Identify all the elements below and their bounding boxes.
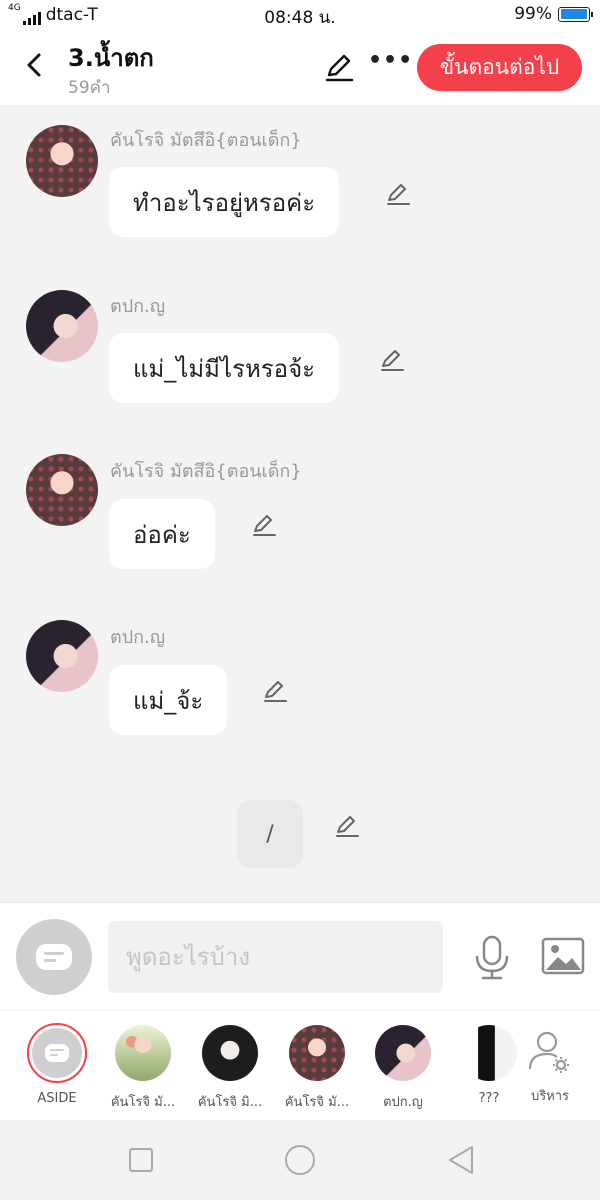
message-bubble[interactable]: อ่อค่ะ [109,499,215,569]
message-bubble[interactable]: แม่_ไม่มีไรหรอจ้ะ [109,333,340,403]
edit-message-icon[interactable] [334,813,360,839]
battery-percent: 99% [514,4,552,24]
sender-name: ตปก.ญ [110,296,166,317]
edit-message-icon[interactable] [251,512,277,538]
status-bar: 4G dtac-T 08:48 น. 99% [0,0,600,30]
clock: 08:48 น. [264,8,336,28]
next-step-button[interactable]: ขั้นตอนต่อไป [417,44,582,91]
avatar [461,1025,517,1081]
chat-message: คันโรจิ มัตสึอิ{ตอนเด็ก} อ่อค่ะ [0,449,600,609]
home-icon[interactable] [284,1144,316,1176]
avatar [375,1025,431,1081]
back-arrow-icon[interactable] [18,48,52,82]
aside-toggle-button[interactable] [16,919,92,995]
character-label: ASIDE [37,1091,77,1106]
more-options-icon[interactable]: ••• [368,48,413,73]
edit-message-icon[interactable] [379,347,405,373]
avatar[interactable] [26,620,98,692]
episode-title: 3.น้ำตก [68,44,154,72]
episode-header: 3.น้ำตก 59คำ ••• ขั้นตอนต่อไป [0,30,600,105]
image-icon[interactable] [541,937,585,977]
composer [0,902,600,1010]
avatar [202,1025,258,1081]
character-item[interactable]: คันโรจิ มั... [272,1021,362,1112]
avatar [289,1025,345,1081]
manage-user-icon [528,1031,569,1073]
character-label: คันโรจิ มั... [110,1095,176,1110]
message-input[interactable] [108,921,443,993]
message-bubble[interactable]: ทำอะไรอยู่หรอค่ะ [109,167,340,237]
aside-avatar [27,1023,87,1083]
character-aside[interactable]: ASIDE [12,1021,102,1106]
sender-name: คันโรจิ มัตสึอิ{ตอนเด็ก} [110,461,302,482]
avatar[interactable] [26,454,98,526]
aside-bubble[interactable]: / [237,800,303,868]
manage-characters-button[interactable]: บริหาร [518,1021,582,1106]
chat-message: ตปก.ญ แม่_จ้ะ [0,615,600,775]
recent-apps-icon[interactable] [128,1147,154,1173]
character-label: คันโรจิ มั... [284,1095,350,1110]
chat-message: ตปก.ญ แม่_ไม่มีไรหรอจ้ะ [0,283,600,443]
message-icon [45,1044,69,1062]
avatar [115,1025,171,1081]
character-label: ตปก.ญ [383,1095,423,1110]
battery-icon [558,6,593,22]
microphone-icon[interactable] [472,935,512,981]
character-label: บริหาร [530,1089,570,1104]
message-icon [36,944,72,970]
edit-title-icon[interactable] [322,50,356,84]
system-nav-bar [0,1120,600,1200]
chat-area: คันโรจิ มัตสึอิ{ตอนเด็ก} ทำอะไรอยู่หรอค่… [0,105,600,902]
avatar[interactable] [26,125,98,197]
character-label: คันโรจิ มิ... [197,1095,263,1110]
character-item[interactable]: คันโรจิ มิ... [185,1021,275,1112]
word-count: 59คำ [68,78,111,98]
sender-name: คันโรจิ มัตสึอิ{ตอนเด็ก} [110,130,302,151]
message-bubble[interactable]: แม่_จ้ะ [109,665,228,735]
chat-message: คันโรจิ มัตสึอิ{ตอนเด็ก} ทำอะไรอยู่หรอค่… [0,117,600,277]
back-icon[interactable] [446,1144,476,1176]
sender-name: ตปก.ญ [110,627,166,648]
edit-message-icon[interactable] [385,181,411,207]
character-item[interactable]: ตปก.ญ [358,1021,448,1112]
avatar[interactable] [26,290,98,362]
edit-message-icon[interactable] [262,678,288,704]
character-selector: ASIDE คันโรจิ มั... คันโรจิ มิ... คันโรจ… [0,1010,600,1120]
character-item[interactable]: คันโรจิ มั... [98,1021,188,1112]
